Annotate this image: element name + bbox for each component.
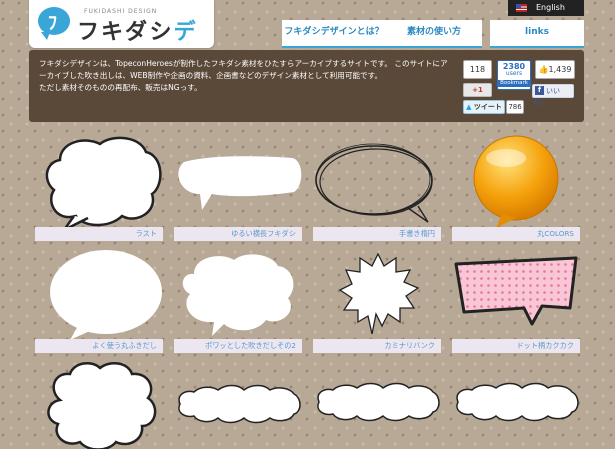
- logo-bubble-icon: ﾌ: [38, 7, 70, 40]
- facebook-like-count: 👍1,439: [535, 60, 575, 79]
- hatena-bookmark-label: Bookmark: [498, 80, 530, 87]
- us-flag-icon: [516, 4, 527, 12]
- intro-text: フキダシデザインは、TopeconHeroesが制作したフキダシ素材をひたすらア…: [39, 58, 459, 94]
- thumbs-up-icon: 👍: [538, 65, 549, 74]
- thunder-bubble-thumbnail[interactable]: [338, 252, 420, 338]
- intro-line-2: ーカイブした吹き出しは、WEB制作や企画の資料、企画書などのデザイン素材として利…: [39, 71, 383, 80]
- round-bubble-thumbnail[interactable]: [46, 248, 166, 344]
- tweet-label: ツイート: [473, 103, 502, 111]
- facebook-icon: f: [535, 86, 544, 95]
- wide-soft-bubble-thumbnail[interactable]: [172, 150, 307, 215]
- scalloped-round-bubble-thumbnail[interactable]: [40, 360, 165, 449]
- item-label-5[interactable]: よく使う丸ふきだし: [35, 339, 163, 353]
- nav-about[interactable]: フキダシデザインとは？: [282, 20, 386, 48]
- gplus-button[interactable]: +1: [463, 83, 492, 97]
- hatena-users-label: users: [505, 70, 523, 77]
- scalloped-wide-bubble-thumbnail-2[interactable]: [311, 382, 443, 424]
- scalloped-wide-bubble-thumbnail-3[interactable]: [450, 380, 582, 424]
- language-label: English: [536, 3, 565, 12]
- hand-drawn-oval-thumbnail[interactable]: [312, 140, 440, 226]
- intro-line-3: ただし素材そのものの再配布、販売はNGっす。: [39, 83, 202, 92]
- tweet-count: 786: [506, 100, 524, 114]
- site-logo[interactable]: ﾌ FUKIDASHI DESIGN フキダシデザイン: [29, 0, 214, 77]
- orange-round-bubble-thumbnail[interactable]: [466, 134, 566, 230]
- tweet-button[interactable]: ▲ ツイート: [463, 100, 505, 114]
- twitter-bird-icon: ▲: [466, 103, 472, 111]
- item-label-8[interactable]: ドット柄カクカク: [452, 339, 580, 353]
- logo-title-part-1: フキダシ: [77, 20, 174, 45]
- nav-how-to-use[interactable]: 素材の使い方: [386, 20, 482, 48]
- cloud-bubble-thumbnail[interactable]: [40, 132, 170, 232]
- facebook-count-value: 1,439: [548, 65, 572, 74]
- fluffy-bubble-thumbnail[interactable]: [176, 248, 301, 340]
- item-label-6[interactable]: ポワッとした吹きだしその2: [174, 339, 302, 353]
- item-label-7[interactable]: カミナリバンク: [313, 339, 441, 353]
- pink-dot-bubble-thumbnail[interactable]: [450, 254, 582, 334]
- facebook-like-button[interactable]: f いいね！: [532, 84, 574, 107]
- item-label-1[interactable]: ラスト: [35, 227, 163, 241]
- hatena-bookmark-button[interactable]: 2380 users Bookmark: [497, 60, 531, 90]
- scalloped-wide-bubble-thumbnail[interactable]: [172, 384, 304, 424]
- item-label-2[interactable]: ゆるい横長フキダシ: [174, 227, 302, 241]
- item-label-3[interactable]: 手書き楕円: [313, 227, 441, 241]
- share-count: 118: [463, 60, 492, 79]
- intro-line-1: フキダシデザインは、TopeconHeroesが制作したフキダシ素材をひたすらア…: [39, 59, 448, 68]
- item-label-4[interactable]: 丸COLORS: [452, 227, 580, 241]
- language-switch-button[interactable]: English: [508, 0, 584, 16]
- nav-links[interactable]: links: [490, 20, 584, 48]
